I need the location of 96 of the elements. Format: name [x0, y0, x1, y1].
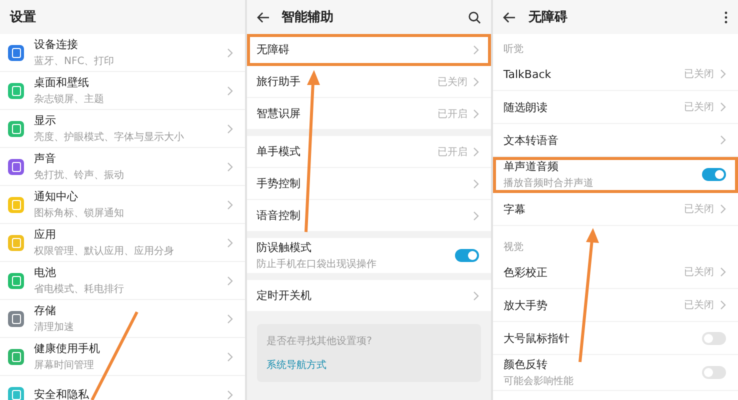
chevron-icon — [473, 44, 480, 54]
settings-item[interactable]: 声音 免打扰、铃声、振动 — [0, 148, 245, 186]
chevron-icon — [226, 276, 233, 286]
row-subtitle: 防止手机在口袋出现误操作 — [256, 258, 378, 271]
chevron-icon — [720, 267, 726, 277]
back-icon[interactable] — [503, 12, 516, 22]
item-subtitle: 权限管理、默认应用、应用分身 — [34, 244, 175, 258]
row-value: 已关闭 — [684, 100, 714, 114]
item-subtitle: 清理加速 — [34, 320, 75, 334]
chevron-icon — [226, 352, 233, 362]
chevron-icon — [473, 76, 480, 86]
row-title: 旅行助手 — [256, 74, 302, 89]
screen-title: 无障碍 — [528, 8, 568, 26]
toggle-switch[interactable] — [702, 366, 726, 379]
settings-row[interactable]: 单声道音频 播放音频时合并声道 — [493, 157, 738, 193]
back-icon[interactable] — [256, 12, 270, 22]
screen-title: 设置 — [10, 9, 37, 26]
row-title: 无障碍 — [256, 42, 291, 57]
row-title: 随选朗读 — [503, 100, 548, 114]
chevron-icon — [226, 238, 233, 248]
settings-item[interactable]: 桌面和壁纸 杂志锁屏、主题 — [0, 72, 245, 110]
row-title: 手势控制 — [256, 176, 302, 191]
row-title: 防误触模式 — [256, 240, 313, 255]
item-title: 应用 — [34, 227, 57, 242]
row-title: 放大手势 — [503, 298, 548, 312]
row-value: 已关闭 — [437, 76, 468, 88]
hint-text: 是否在寻找其他设置项? — [266, 334, 373, 348]
item-title: 安全和隐私 — [34, 387, 90, 400]
toggle-switch[interactable] — [702, 168, 726, 181]
chevron-icon — [720, 102, 726, 112]
settings-item[interactable]: 安全和隐私 — [0, 376, 245, 400]
item-subtitle: 免打扰、铃声、振动 — [34, 168, 125, 182]
settings-row[interactable]: 无障碍 — [246, 34, 492, 66]
row-title: 单手模式 — [256, 144, 302, 159]
row-value: 已关闭 — [684, 202, 714, 216]
row-title: TalkBack — [503, 68, 552, 80]
row-title: 字幕 — [503, 202, 526, 216]
item-title: 存储 — [34, 303, 57, 318]
screen-title: 智能辅助 — [282, 9, 335, 26]
row-value: 已关闭 — [684, 298, 714, 312]
search-icon[interactable] — [468, 10, 482, 24]
row-value: 已开启 — [437, 146, 468, 158]
settings-item[interactable]: 设备连接 蓝牙、NFC、打印 — [0, 34, 245, 72]
row-title: 大号鼠标指针 — [503, 330, 570, 346]
settings-item[interactable]: 健康使用手机 屏幕时间管理 — [0, 338, 245, 376]
item-title: 桌面和壁纸 — [34, 75, 90, 90]
row-title: 色彩校正 — [503, 264, 548, 280]
row-subtitle: 播放音频时合并声道 — [503, 176, 594, 190]
chevron-icon — [226, 124, 233, 134]
chevron-icon — [226, 200, 233, 210]
section-label: 视觉 — [502, 240, 524, 255]
item-title: 声音 — [34, 151, 57, 166]
chevron-icon — [720, 135, 726, 145]
item-title: 通知中心 — [34, 189, 79, 204]
chevron-icon — [226, 48, 233, 58]
chevron-icon — [473, 108, 480, 118]
settings-item[interactable]: 电池 省电模式、耗电排行 — [0, 262, 245, 300]
item-title: 设备连接 — [34, 37, 79, 52]
row-title: 单声道音频 — [503, 159, 560, 174]
item-title: 显示 — [34, 113, 57, 128]
chevron-icon — [473, 290, 480, 300]
chevron-icon — [720, 300, 726, 310]
chevron-icon — [473, 178, 480, 188]
chevron-icon — [226, 162, 233, 172]
row-title: 定时开关机 — [256, 288, 313, 303]
settings-item[interactable]: 存储 清理加速 — [0, 300, 245, 338]
chevron-icon — [226, 390, 233, 400]
chevron-icon — [473, 146, 480, 156]
item-subtitle: 屏幕时间管理 — [34, 358, 95, 372]
row-value: 已开启 — [437, 108, 468, 120]
row-title: 文本转语音 — [503, 132, 560, 148]
item-subtitle: 图标角标、锁屏通知 — [34, 206, 125, 220]
item-subtitle: 亮度、护眼模式、字体与显示大小 — [34, 130, 185, 144]
row-value: 已关闭 — [684, 68, 714, 81]
chevron-icon — [473, 210, 480, 220]
row-value: 已关闭 — [684, 266, 714, 279]
item-subtitle: 杂志锁屏、主题 — [34, 92, 105, 106]
chevron-icon — [226, 314, 233, 324]
row-subtitle: 可能会影响性能 — [503, 374, 574, 388]
toggle-switch[interactable] — [455, 249, 480, 262]
chevron-icon — [720, 69, 726, 79]
item-title: 健康使用手机 — [34, 341, 101, 356]
item-subtitle: 省电模式、耗电排行 — [34, 282, 125, 296]
more-icon[interactable] — [724, 10, 728, 24]
item-subtitle: 蓝牙、NFC、打印 — [34, 54, 116, 68]
settings-item[interactable]: 应用 权限管理、默认应用、应用分身 — [0, 224, 245, 262]
chevron-icon — [226, 86, 233, 96]
item-title: 电池 — [34, 265, 57, 280]
toggle-switch[interactable] — [702, 332, 726, 344]
row-title: 智慧识屏 — [256, 106, 302, 121]
row-title: 颜色反转 — [503, 357, 548, 372]
row-title: 语音控制 — [256, 208, 302, 223]
settings-item[interactable]: 通知中心 图标角标、锁屏通知 — [0, 186, 245, 224]
section-label: 听觉 — [502, 43, 524, 57]
chevron-icon — [720, 204, 726, 214]
settings-item[interactable]: 显示 亮度、护眼模式、字体与显示大小 — [0, 110, 245, 148]
